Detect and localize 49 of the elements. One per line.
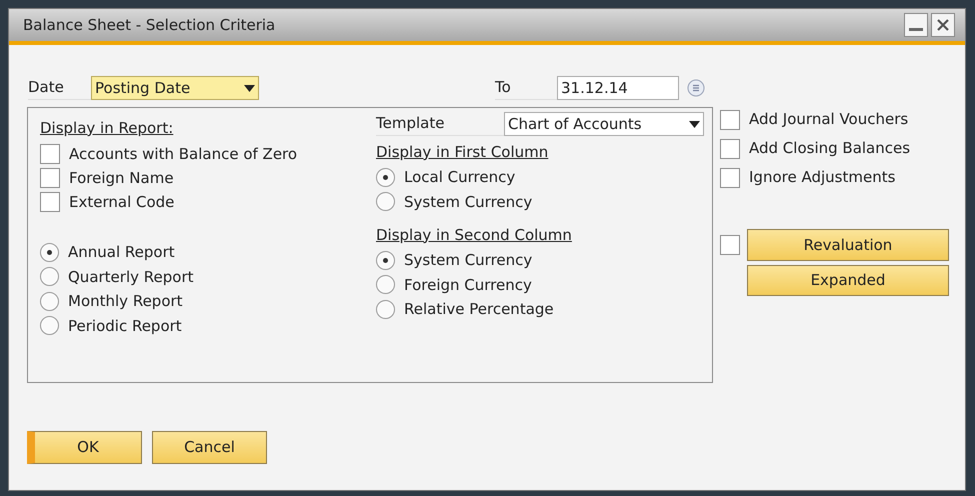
checkbox[interactable]	[40, 168, 60, 188]
radio-label: System Currency	[404, 250, 532, 271]
checkbox[interactable]	[720, 138, 740, 158]
checkbox-label: Foreign Name	[69, 168, 174, 189]
radio-label: Foreign Currency	[404, 274, 532, 296]
dialog-button[interactable]: Cancel	[152, 431, 267, 464]
section-heading: Display in First Column	[376, 142, 550, 163]
dialog-button[interactable]: OK	[27, 431, 142, 464]
radio-button[interactable]	[40, 242, 59, 262]
section-heading: Display in Second Column	[376, 224, 573, 246]
dropdown-arrow-icon	[244, 84, 255, 92]
dropdown-arrow-icon	[689, 120, 700, 128]
radio-button[interactable]	[376, 192, 395, 212]
radio-label: Local Currency	[404, 167, 516, 188]
checkbox[interactable]	[720, 110, 740, 130]
checkbox[interactable]	[40, 192, 60, 212]
checkbox-label: Add Closing Balances	[749, 138, 910, 160]
radio-button[interactable]	[376, 300, 395, 319]
section-heading: Display in Report:	[40, 118, 174, 139]
checkbox-label: Ignore Adjustments	[749, 167, 896, 188]
radio-label: Periodic Report	[68, 316, 182, 336]
radio-label: Quarterly Report	[68, 266, 194, 288]
minimize-icon	[909, 28, 923, 31]
radio-button[interactable]	[376, 275, 395, 294]
to-date-field[interactable]: 31.12.14	[557, 76, 679, 100]
radio-label: Annual Report	[68, 242, 175, 263]
checkbox[interactable]	[720, 168, 740, 188]
window-title: Balance Sheet - Selection Criteria	[23, 14, 276, 36]
radio-button[interactable]	[40, 292, 59, 311]
radio-button[interactable]	[40, 316, 59, 336]
radio-label: Monthly Report	[68, 291, 183, 312]
radio-button[interactable]	[376, 250, 395, 270]
radio-label: Relative Percentage	[404, 299, 554, 320]
close-icon	[937, 19, 949, 31]
close-button[interactable]	[931, 13, 955, 37]
revaluation-button[interactable]: Revaluation	[747, 229, 949, 261]
checkbox[interactable]	[720, 235, 740, 255]
radio-label: System Currency	[404, 192, 532, 212]
radio-button[interactable]	[40, 267, 59, 286]
expanded-button[interactable]: Expanded	[747, 265, 949, 296]
radio-button[interactable]	[376, 168, 395, 187]
checkbox-label: External Code	[69, 192, 174, 213]
template-dropdown[interactable]: Chart of Accounts	[504, 112, 704, 136]
date-type-dropdown[interactable]: Posting Date	[91, 76, 259, 100]
list-icon[interactable]	[687, 79, 705, 97]
checkbox-label: Accounts with Balance of Zero	[69, 144, 298, 165]
checkbox-label: Add Journal Vouchers	[749, 109, 908, 130]
checkbox[interactable]	[40, 144, 60, 164]
minimize-button[interactable]	[904, 13, 928, 37]
